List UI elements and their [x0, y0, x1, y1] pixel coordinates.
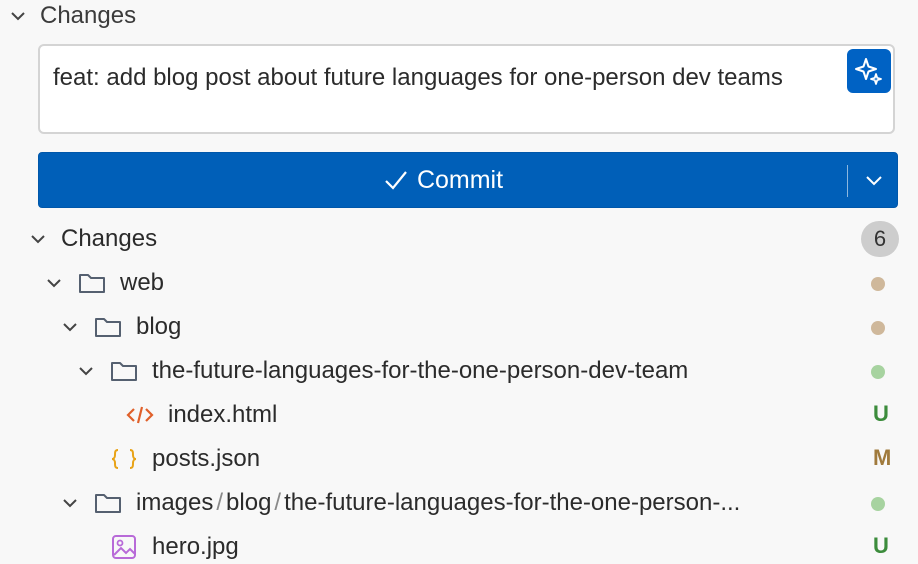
- tree-item-folder[interactable]: the-future-languages-for-the-one-person-…: [0, 349, 918, 393]
- path-segment: the-future-languages-for-the-one-person-…: [284, 489, 741, 516]
- path-segment: blog: [226, 489, 272, 516]
- tree-item-label: index.html: [168, 401, 278, 428]
- chevron-down-icon: [63, 323, 77, 332]
- untracked-dot: [871, 365, 885, 379]
- tree-item-label: the-future-languages-for-the-one-person-…: [152, 357, 689, 384]
- generate-commit-message-button[interactable]: [847, 49, 891, 93]
- chevron-down-icon: [11, 12, 25, 21]
- changes-section-header[interactable]: Changes: [0, 0, 918, 32]
- tree-item-file[interactable]: posts.json M: [0, 437, 918, 481]
- changes-group-title: Changes: [61, 225, 158, 252]
- json-file-icon: [111, 449, 137, 469]
- folder-icon: [79, 274, 105, 293]
- untracked-status: U: [873, 401, 889, 426]
- tree-item-label: images / blog / the-future-languages-for-the…: [136, 489, 740, 517]
- tree-item-folder[interactable]: blog: [0, 305, 918, 349]
- commit-label: Commit: [416, 165, 504, 194]
- commit-message-input[interactable]: feat: add blog post about future languag…: [38, 44, 895, 134]
- modified-dot: [871, 277, 885, 291]
- tree-item-file[interactable]: index.html U: [0, 393, 918, 437]
- chevron-down-icon: [63, 499, 77, 508]
- tree-item-label: hero.jpg: [152, 533, 239, 560]
- tree-item-folder[interactable]: web: [0, 261, 918, 305]
- commit-options-dropdown[interactable]: [851, 153, 897, 207]
- commit-message-text[interactable]: feat: add blog post about future languag…: [53, 58, 813, 98]
- check-icon: [385, 171, 407, 190]
- path-separator: /: [216, 489, 224, 516]
- folder-icon: [111, 362, 137, 381]
- changes-count-badge: 6: [861, 221, 899, 257]
- untracked-dot: [871, 497, 885, 511]
- changes-group-header[interactable]: Changes 6: [0, 217, 918, 261]
- tree-item-label: posts.json: [152, 445, 261, 472]
- path-separator: /: [274, 489, 282, 516]
- source-control-panel: Changes feat: add blog post about future…: [0, 0, 918, 564]
- sparkle-icon: [855, 58, 882, 85]
- chevron-down-icon: [79, 367, 93, 376]
- tree-item-file[interactable]: hero.jpg U: [0, 525, 918, 564]
- path-segment: images: [136, 489, 214, 516]
- html-file-icon: [126, 406, 154, 424]
- commit-divider: [847, 165, 848, 197]
- modified-dot: [871, 321, 885, 335]
- commit-button-group: Commit: [38, 152, 898, 208]
- chevron-down-icon: [866, 176, 882, 186]
- chevron-down-icon: [31, 235, 45, 244]
- modified-status: M: [873, 445, 892, 470]
- untracked-status: U: [873, 533, 889, 558]
- folder-icon: [95, 494, 121, 513]
- commit-button[interactable]: Commit: [39, 153, 847, 207]
- tree-item-folder[interactable]: images / blog / the-future-languages-for-the…: [0, 481, 918, 525]
- section-title: Changes: [40, 2, 137, 29]
- chevron-down-icon: [47, 279, 61, 288]
- tree-item-label: web: [120, 269, 165, 296]
- tree-item-label: blog: [136, 313, 182, 340]
- image-file-icon: [112, 535, 136, 559]
- folder-icon: [95, 318, 121, 337]
